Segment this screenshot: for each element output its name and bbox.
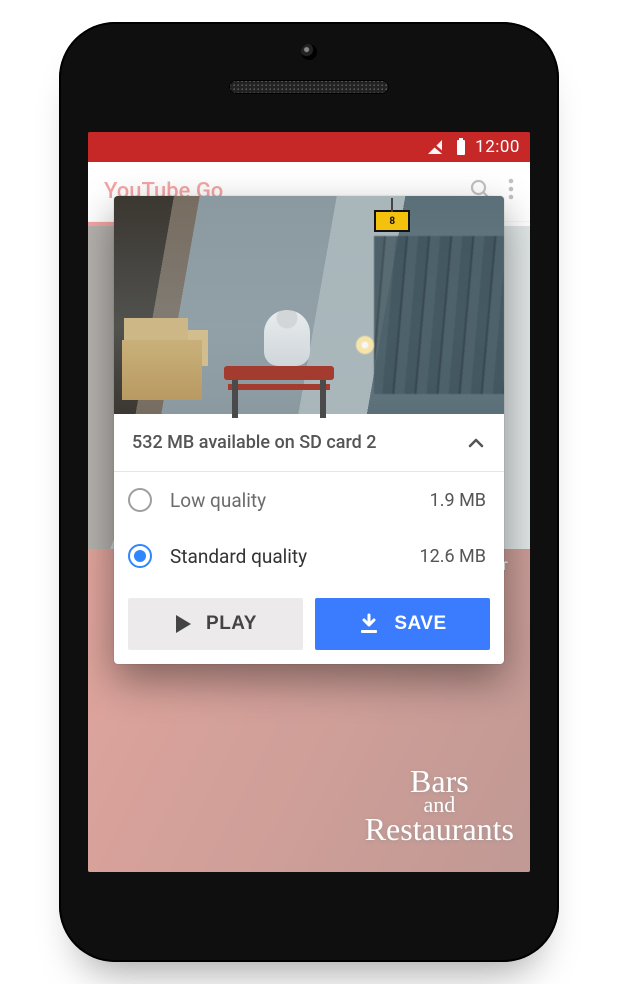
device-camera	[301, 44, 317, 60]
storage-available-text: 532 MB available on SD card 2	[132, 432, 466, 453]
status-bar: 12:00	[88, 132, 530, 162]
play-button-label: PLAY	[206, 613, 257, 635]
device-top	[59, 22, 559, 132]
device-speaker	[229, 80, 389, 94]
save-button[interactable]: SAVE	[315, 598, 490, 650]
chevron-up-icon	[466, 433, 486, 453]
quality-size: 12.6 MB	[420, 546, 487, 567]
platform-number: 8	[389, 216, 394, 227]
scene-decor	[224, 366, 334, 380]
radio-unchecked-icon	[128, 488, 152, 512]
video-preview[interactable]: 8	[114, 196, 504, 414]
download-modal: 8 532 MB available on SD card 2 Low qual…	[114, 196, 504, 664]
scene-decor	[374, 236, 504, 394]
quality-size: 1.9 MB	[430, 490, 486, 511]
scene-decor	[122, 340, 202, 400]
scene-decor	[264, 310, 310, 366]
play-button[interactable]: PLAY	[128, 598, 303, 650]
quality-option-low[interactable]: Low quality 1.9 MB	[114, 472, 504, 528]
no-signal-icon	[427, 139, 447, 155]
save-button-label: SAVE	[394, 613, 446, 635]
quality-label: Standard quality	[170, 545, 420, 568]
battery-icon	[455, 138, 467, 156]
storage-row[interactable]: 532 MB available on SD card 2	[114, 414, 504, 472]
play-icon	[174, 614, 192, 634]
modal-actions: PLAY SAVE	[114, 584, 504, 664]
platform-sign: 8	[374, 210, 410, 232]
quality-option-standard[interactable]: Standard quality 12.6 MB	[114, 528, 504, 584]
quality-label: Low quality	[170, 489, 430, 512]
device-frame: 12:00 YouTube Go HONEST Bars and Restaur…	[59, 22, 559, 962]
scene-decor	[356, 336, 374, 354]
screen: 12:00 YouTube Go HONEST Bars and Restaur…	[88, 132, 530, 872]
download-icon	[358, 613, 380, 635]
radio-checked-icon	[128, 544, 152, 568]
clock: 12:00	[475, 137, 520, 157]
